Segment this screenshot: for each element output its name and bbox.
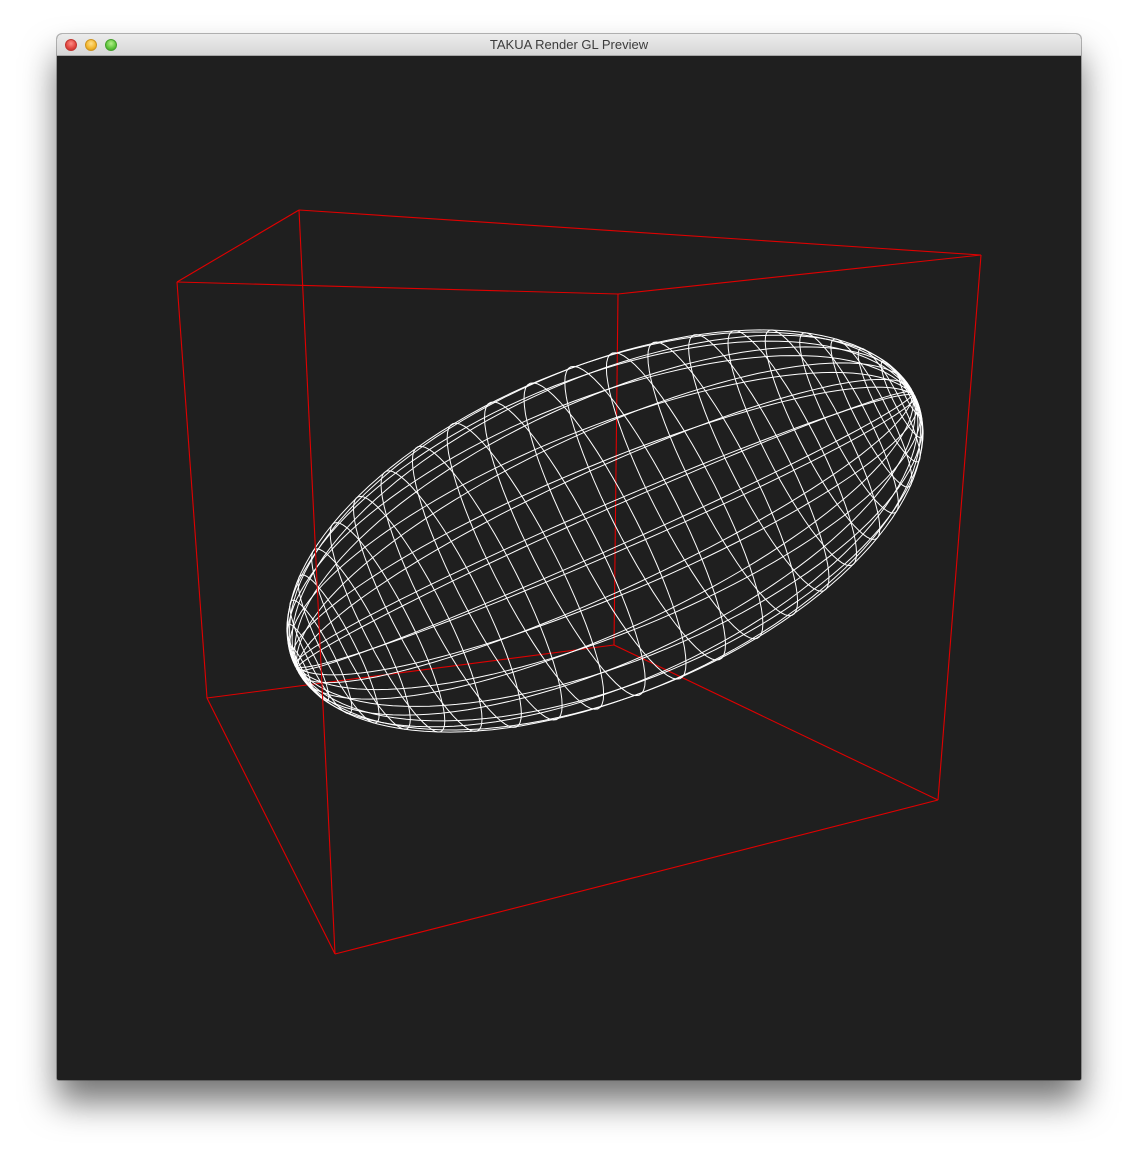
box-edge: [937, 254, 982, 801]
ellipsoid-wireframe: [286, 329, 924, 733]
box-edge: [298, 209, 336, 955]
mesh-meridian: [297, 394, 919, 676]
box-edge: [206, 697, 336, 955]
mesh-meridian: [296, 378, 914, 668]
render-canvas[interactable]: [57, 56, 1081, 1080]
box-edge: [334, 799, 939, 955]
title-bar[interactable]: TAKUA Render GL Preview: [57, 34, 1081, 56]
mesh-ring: [564, 365, 726, 661]
bounding-box-back: [176, 254, 982, 801]
mesh-meridian: [291, 386, 913, 668]
mesh-ring: [523, 382, 687, 680]
mesh-meridian: [296, 394, 919, 728]
mesh-meridian: [296, 394, 916, 716]
box-edge: [617, 254, 982, 295]
box-edge: [176, 209, 300, 283]
mesh-meridian: [289, 329, 914, 668]
mesh-meridian: [296, 394, 924, 722]
mesh-meridian: [296, 394, 921, 733]
box-edge: [613, 644, 939, 801]
mesh-meridian: [291, 334, 914, 668]
window-title: TAKUA Render GL Preview: [489, 37, 649, 52]
gl-viewport[interactable]: [57, 56, 1081, 1080]
mesh-meridian: [286, 340, 914, 668]
box-edge: [298, 209, 982, 256]
mesh-meridian: [294, 346, 914, 668]
mesh-meridian: [289, 371, 913, 668]
mesh-meridian: [296, 394, 914, 684]
box-edge: [176, 281, 208, 699]
preview-window: TAKUA Render GL Preview: [57, 34, 1081, 1080]
box-edge: [176, 281, 619, 295]
